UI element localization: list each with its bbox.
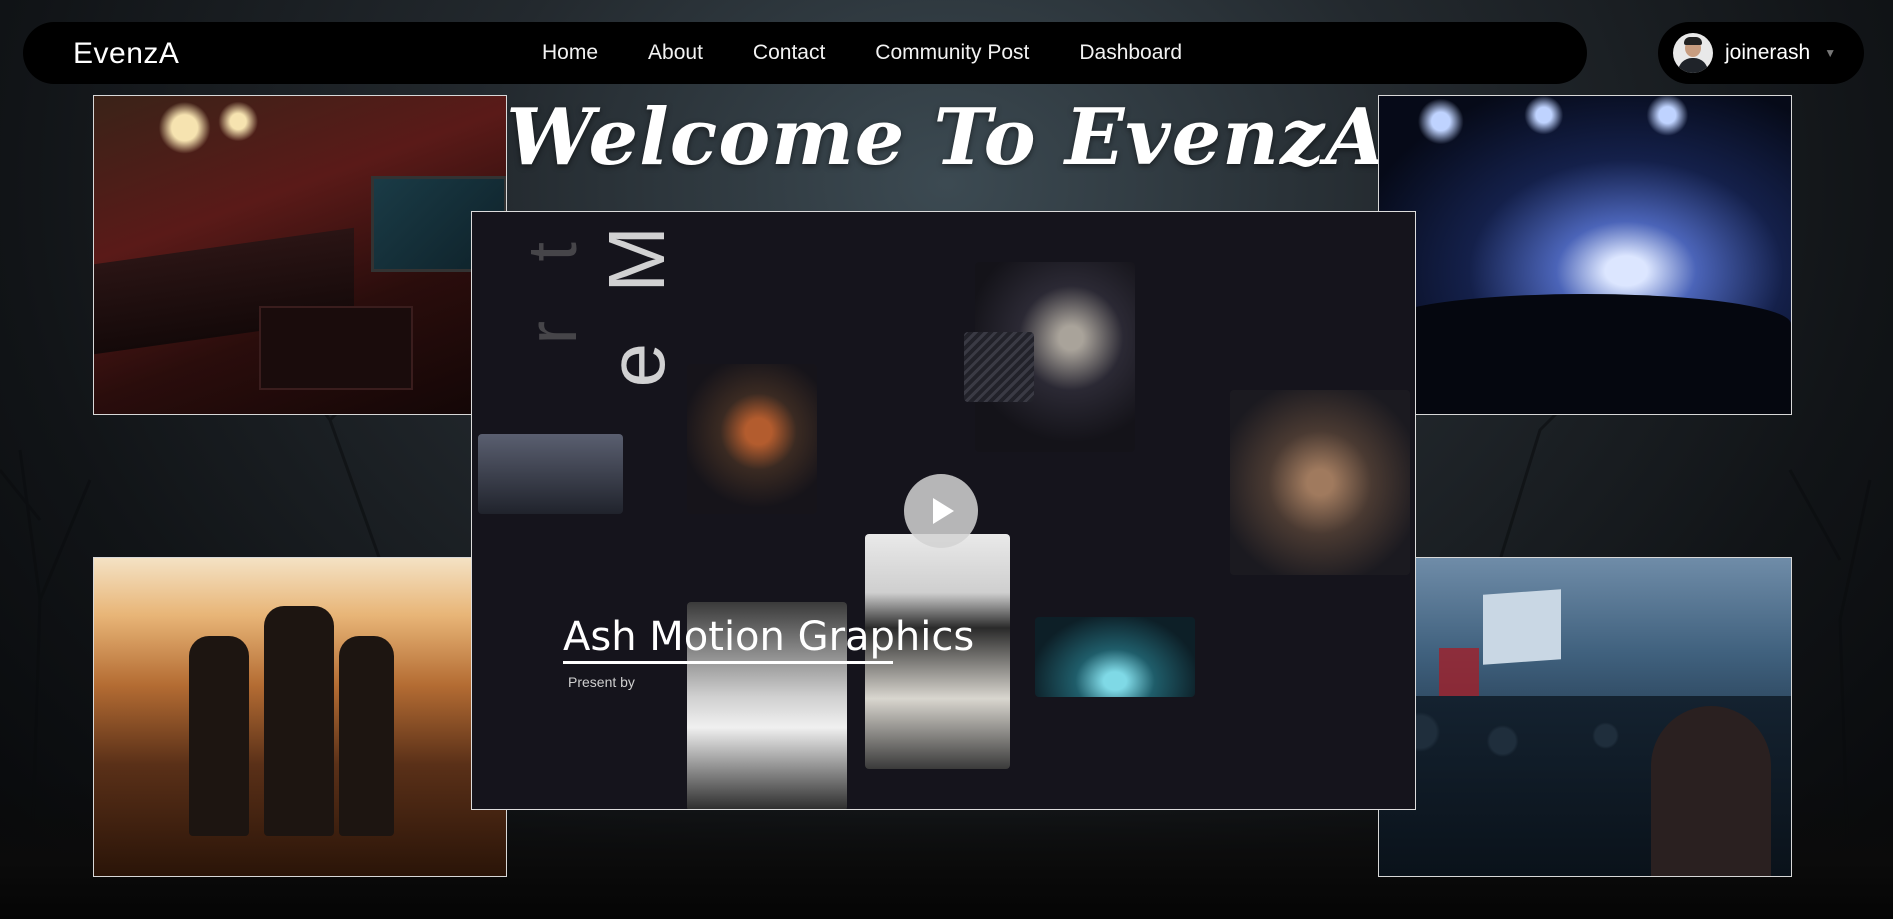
video-subtitle: Present by <box>568 674 635 690</box>
play-button[interactable] <box>904 474 978 548</box>
video-vertical-text-faded: r t <box>513 222 591 345</box>
photo-concert-crowd <box>1378 95 1792 415</box>
nav-link-dashboard[interactable]: Dashboard <box>1079 41 1182 65</box>
nav-link-contact[interactable]: Contact <box>753 41 825 65</box>
nav-link-home[interactable]: Home <box>542 41 598 65</box>
video-thumbnail <box>687 364 817 514</box>
photo-dj-setup <box>93 95 507 415</box>
photo-friends-sunset <box>93 557 507 877</box>
username: joinerash <box>1725 41 1811 64</box>
user-avatar-icon <box>1673 33 1713 73</box>
video-player[interactable]: r t e M Ash Motion Graphics Present by <box>471 211 1416 810</box>
video-title-underline <box>563 661 893 664</box>
video-thumbnail <box>1035 617 1195 697</box>
navbar: EvenzA Home About Contact Community Post… <box>23 22 1587 84</box>
play-icon <box>933 498 954 524</box>
brand-logo[interactable]: EvenzA <box>73 37 179 71</box>
nav-link-community-post[interactable]: Community Post <box>875 41 1029 65</box>
user-menu-button[interactable]: joinerash ▼ <box>1658 22 1864 84</box>
video-thumbnail <box>478 434 623 514</box>
video-thumbnail <box>964 332 1034 402</box>
video-title: Ash Motion Graphics <box>563 614 975 660</box>
photo-conference-audience <box>1378 557 1792 877</box>
nav-link-about[interactable]: About <box>648 41 703 65</box>
video-thumbnail <box>1230 390 1410 575</box>
nav-links: Home About Contact Community Post Dashbo… <box>542 41 1182 65</box>
chevron-down-icon: ▼ <box>1824 46 1837 60</box>
video-vertical-text: e M <box>592 212 681 388</box>
